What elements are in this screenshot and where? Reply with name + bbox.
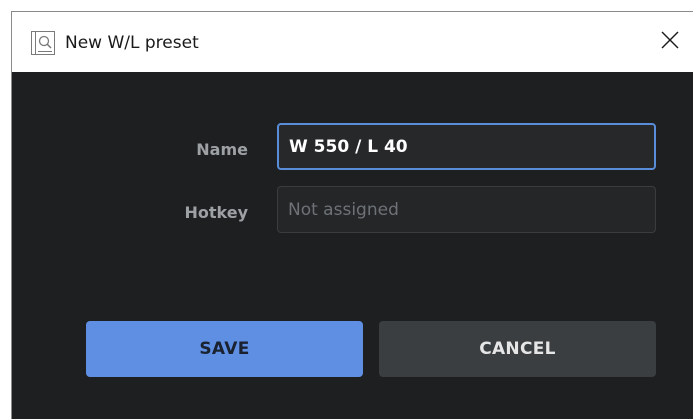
name-label: Name — [196, 140, 248, 159]
dialog-title: New W/L preset — [65, 33, 199, 53]
save-button[interactable]: SAVE — [86, 321, 363, 377]
dialog-window: New W/L preset Name Hotkey SAVE CANCEL — [11, 11, 693, 419]
dialog-body: Name Hotkey SAVE CANCEL — [12, 72, 693, 419]
name-input[interactable] — [277, 123, 656, 170]
cancel-button[interactable]: CANCEL — [379, 321, 656, 377]
preset-window-icon — [31, 31, 55, 55]
close-button[interactable] — [647, 12, 693, 72]
title-bar[interactable]: New W/L preset — [12, 12, 693, 72]
hotkey-label: Hotkey — [184, 203, 248, 222]
close-icon — [661, 31, 679, 53]
hotkey-input[interactable] — [277, 186, 656, 233]
